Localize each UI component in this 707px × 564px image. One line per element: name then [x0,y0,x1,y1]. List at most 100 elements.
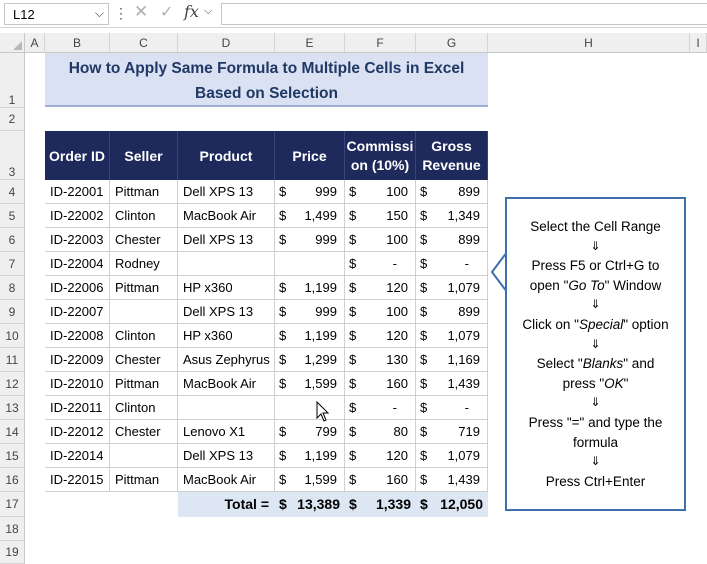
price-cell[interactable]: $1,299 [275,348,345,372]
product-cell[interactable] [178,396,275,420]
column-header-d[interactable]: D [178,33,275,53]
seller-cell[interactable]: Chester [110,348,178,372]
gross-cell[interactable]: $899 [416,180,488,204]
order-id-cell[interactable]: ID-22003 [45,228,110,252]
name-box[interactable]: L12 ⌵ [4,3,109,25]
gross-cell[interactable]: $1,169 [416,348,488,372]
order-id-cell[interactable]: ID-22010 [45,372,110,396]
commission-cell[interactable]: $100 [345,180,416,204]
gross-cell[interactable]: $1,349 [416,204,488,228]
seller-cell[interactable] [110,300,178,324]
gross-cell[interactable]: $ - [416,252,488,276]
row-header-9[interactable]: 9 [0,300,25,324]
commission-cell[interactable]: $160 [345,468,416,492]
price-cell[interactable]: $1,499 [275,204,345,228]
row-header-7[interactable]: 7 [0,252,25,276]
gross-cell[interactable]: $1,439 [416,372,488,396]
gross-cell[interactable]: $899 [416,228,488,252]
commission-cell[interactable]: $100 [345,228,416,252]
more-options-icon[interactable]: ⋮ [114,5,128,22]
order-id-cell[interactable]: ID-22009 [45,348,110,372]
gross-cell[interactable]: $719 [416,420,488,444]
seller-cell[interactable]: Chester [110,228,178,252]
commission-cell[interactable]: $120 [345,324,416,348]
price-cell[interactable]: $1,199 [275,444,345,468]
commission-cell[interactable]: $160 [345,372,416,396]
commission-cell[interactable]: $120 [345,276,416,300]
gross-cell[interactable]: $1,079 [416,444,488,468]
seller-cell[interactable]: Chester [110,420,178,444]
commission-cell[interactable]: $130 [345,348,416,372]
column-header-e[interactable]: E [275,33,345,53]
close-icon[interactable]: ✕ [134,2,148,22]
row-header-13[interactable]: 13 [0,396,25,420]
price-cell[interactable]: $1,599 [275,372,345,396]
price-cell[interactable]: $1,599 [275,468,345,492]
row-header-14[interactable]: 14 [0,420,25,444]
row-header-2[interactable]: 2 [0,108,25,131]
check-icon[interactable]: ✓ [160,2,173,22]
price-cell[interactable]: $1,199 [275,276,345,300]
row-header-18[interactable]: 18 [0,517,25,541]
commission-cell[interactable]: $80 [345,420,416,444]
price-cell[interactable]: $999 [275,180,345,204]
column-header-i[interactable]: I [690,33,707,53]
row-header-3[interactable]: 3 [0,131,25,180]
commission-cell[interactable]: $100 [345,300,416,324]
gross-cell[interactable]: $899 [416,300,488,324]
order-id-cell[interactable]: ID-22004 [45,252,110,276]
fx-icon[interactable]: fx [184,2,199,21]
price-cell[interactable]: $999 [275,300,345,324]
gross-cell[interactable]: $1,079 [416,276,488,300]
chevron-down-icon[interactable]: ⌵ [204,5,212,18]
order-id-cell[interactable]: ID-22015 [45,468,110,492]
price-cell[interactable]: $1,199 [275,324,345,348]
seller-cell[interactable]: Clinton [110,204,178,228]
row-header-8[interactable]: 8 [0,276,25,300]
product-cell[interactable]: Dell XPS 13 [178,444,275,468]
order-id-cell[interactable]: ID-22001 [45,180,110,204]
order-id-cell[interactable]: ID-22011 [45,396,110,420]
total-commission[interactable]: $1,339 [345,492,416,517]
row-header-11[interactable]: 11 [0,348,25,372]
chevron-down-icon[interactable]: ⌵ [95,6,104,21]
order-id-cell[interactable]: ID-22008 [45,324,110,348]
row-header-5[interactable]: 5 [0,204,25,228]
column-header-b[interactable]: B [45,33,110,53]
seller-cell[interactable]: Clinton [110,396,178,420]
row-header-15[interactable]: 15 [0,444,25,468]
price-cell[interactable]: $799 [275,420,345,444]
column-header-g[interactable]: G [416,33,488,53]
row-header-4[interactable]: 4 [0,180,25,204]
row-header-10[interactable]: 10 [0,324,25,348]
price-cell[interactable] [275,396,345,420]
seller-cell[interactable] [110,444,178,468]
product-cell[interactable]: MacBook Air [178,204,275,228]
formula-input[interactable] [221,3,707,25]
select-all-button[interactable] [0,33,25,53]
total-gross[interactable]: $12,050 [416,492,488,517]
seller-cell[interactable]: Pittman [110,276,178,300]
seller-cell[interactable]: Clinton [110,324,178,348]
product-cell[interactable]: Asus Zephyrus [178,348,275,372]
seller-cell[interactable]: Rodney [110,252,178,276]
row-header-6[interactable]: 6 [0,228,25,252]
commission-cell[interactable]: $ - [345,252,416,276]
gross-cell[interactable]: $1,439 [416,468,488,492]
order-id-cell[interactable]: ID-22014 [45,444,110,468]
commission-cell[interactable]: $120 [345,444,416,468]
column-header-a[interactable]: A [25,33,45,53]
row-header-1[interactable]: 1 [0,53,25,108]
product-cell[interactable]: HP x360 [178,324,275,348]
row-header-19[interactable]: 19 [0,541,25,564]
price-cell[interactable]: $999 [275,228,345,252]
total-price[interactable]: $13,389 [275,492,345,517]
product-cell[interactable]: Lenovo X1 [178,420,275,444]
product-cell[interactable]: Dell XPS 13 [178,228,275,252]
product-cell[interactable] [178,252,275,276]
order-id-cell[interactable]: ID-22007 [45,300,110,324]
row-header-17[interactable]: 17 [0,492,25,517]
commission-cell[interactable]: $ - [345,396,416,420]
column-header-h[interactable]: H [488,33,690,53]
seller-cell[interactable]: Pittman [110,468,178,492]
